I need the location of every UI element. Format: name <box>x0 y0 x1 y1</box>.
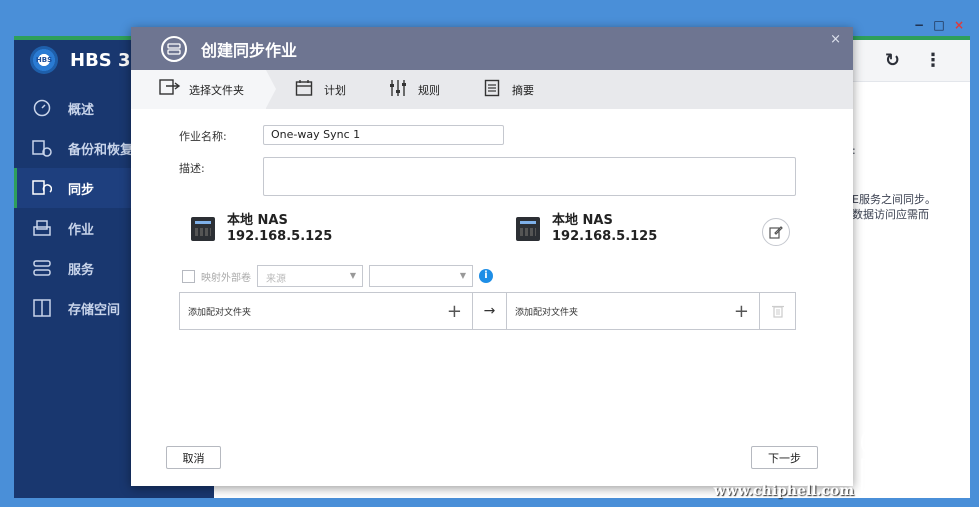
description-label: 描述: <box>179 162 205 175</box>
refresh-icon[interactable]: ↻ <box>885 50 900 71</box>
rules-icon <box>388 79 408 101</box>
close-icon[interactable]: × <box>830 32 841 47</box>
maximize-button[interactable]: □ <box>933 18 945 32</box>
edit-destination-button[interactable] <box>762 218 790 246</box>
step-label: 计划 <box>324 83 346 97</box>
storage-icon <box>32 299 52 317</box>
destination-volume-select[interactable]: ▼ <box>369 265 473 287</box>
nas-device-icon <box>516 217 540 241</box>
map-external-volume-checkbox[interactable] <box>182 269 195 283</box>
job-name-label: 作业名称: <box>179 130 227 143</box>
edit-icon <box>769 226 783 239</box>
watermark-logo: chip hell <box>857 412 970 506</box>
folder-pair-row: 添加配对文件夹 + → 添加配对文件夹 + <box>179 292 796 330</box>
close-window-button[interactable]: × <box>953 18 965 32</box>
window-controls: − □ × <box>913 18 965 32</box>
gauge-icon <box>32 99 52 117</box>
sidebar-item-label: 备份和恢复 <box>68 142 134 158</box>
sidebar-item-label: 服务 <box>68 262 95 278</box>
nas-device-icon <box>191 217 215 241</box>
destination-nas-ip: 192.168.5.125 <box>552 229 658 244</box>
info-icon[interactable]: i <box>479 269 493 283</box>
sidebar-item-label: 作业 <box>68 222 95 238</box>
destination-folder-label: 添加配对文件夹 <box>515 307 579 318</box>
hbs-logo: HBS <box>30 46 58 74</box>
jobs-icon <box>32 219 52 237</box>
wizard-steps: 选择文件夹 计划 规则 摘要 <box>131 70 853 109</box>
step-label: 摘要 <box>512 83 534 97</box>
map-external-volume-row: 映射外部卷 来源 ▼ ▼ i <box>182 265 493 287</box>
sync-job-icon <box>161 35 187 62</box>
folder-select-icon <box>159 78 181 101</box>
dialog-title: 创建同步作业 <box>201 40 298 60</box>
destination-nas: 本地 NAS 192.168.5.125 <box>516 213 657 245</box>
destination-nas-name: 本地 NAS <box>552 213 613 228</box>
create-sync-job-dialog: 创建同步作业 × 选择文件夹 计划 规则 摘要 作业名称: One-way Sy… <box>131 27 853 486</box>
dialog-header: 创建同步作业 <box>131 27 853 70</box>
add-destination-folder[interactable]: 添加配对文件夹 + <box>507 293 759 329</box>
source-nas: 本地 NAS 192.168.5.125 <box>191 213 332 245</box>
background-description: E服务之间同步。 数据访问应需而 <box>852 193 936 221</box>
watermark-url: www.chiphell.com <box>713 483 855 499</box>
cancel-button[interactable]: 取消 <box>166 446 221 469</box>
step-schedule[interactable]: 计划 <box>266 70 360 109</box>
trash-icon[interactable] <box>759 293 795 329</box>
app-title: HBS 3 <box>70 49 131 71</box>
job-name-input[interactable]: One-way Sync 1 <box>263 125 504 145</box>
services-icon <box>32 259 52 277</box>
step-summary[interactable]: 摘要 <box>454 70 548 109</box>
step-select-folder[interactable]: 选择文件夹 <box>131 70 276 109</box>
map-external-volume-label: 映射外部卷 <box>201 272 251 284</box>
plus-icon[interactable]: + <box>734 301 749 322</box>
add-source-folder[interactable]: 添加配对文件夹 + <box>180 293 472 329</box>
source-nas-ip: 192.168.5.125 <box>227 229 333 244</box>
calendar-icon <box>294 79 314 101</box>
backup-restore-icon <box>32 139 52 157</box>
sidebar-item-label: 存储空间 <box>68 302 121 318</box>
source-folder-label: 添加配对文件夹 <box>188 307 252 318</box>
minimize-button[interactable]: − <box>913 18 925 32</box>
chevron-down-icon: ▼ <box>349 271 356 280</box>
chevron-down-icon: ▼ <box>459 271 466 280</box>
step-label: 规则 <box>418 83 440 97</box>
summary-icon <box>482 79 502 101</box>
sync-icon <box>32 179 52 197</box>
sidebar-item-label: 同步 <box>68 182 95 198</box>
plus-icon[interactable]: + <box>447 301 462 322</box>
watermark: www.chiphell.com chip hell <box>713 412 970 506</box>
source-volume-select[interactable]: 来源 ▼ <box>257 265 363 287</box>
source-nas-name: 本地 NAS <box>227 213 288 228</box>
description-input[interactable] <box>263 157 796 196</box>
arrow-right-icon: → <box>472 293 507 329</box>
step-label: 选择文件夹 <box>189 83 244 97</box>
more-vertical-icon[interactable]: ⋮ <box>924 50 942 71</box>
step-rules[interactable]: 规则 <box>360 70 454 109</box>
sidebar-item-label: 概述 <box>68 102 95 118</box>
